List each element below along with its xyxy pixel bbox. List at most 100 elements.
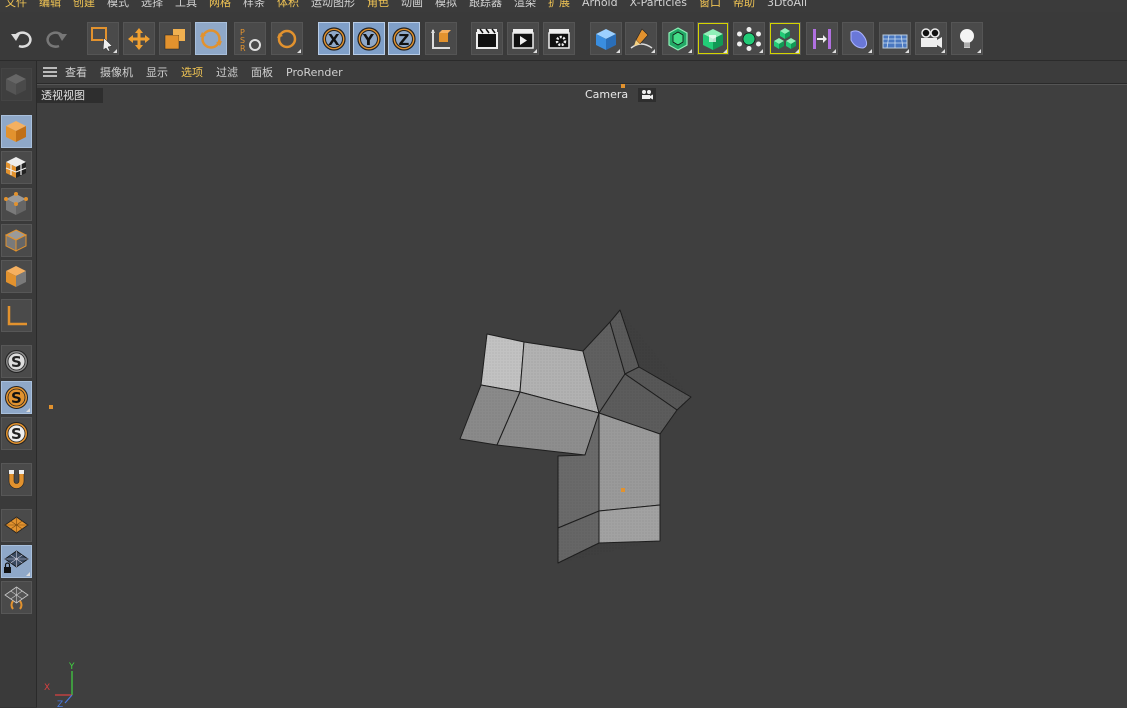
menu-bar: 文件 编辑 创建 模式 选择 工具 网格 样条 体积 运动图形 角色 动画 模拟… — [0, 0, 1127, 12]
menu-simulate[interactable]: 模拟 — [435, 0, 457, 11]
left-toolbar: S S S — [0, 61, 37, 707]
svg-text:X: X — [44, 683, 50, 693]
move-button[interactable] — [123, 22, 155, 55]
undo-button[interactable] — [6, 22, 38, 55]
model-mode-button[interactable] — [1, 115, 32, 148]
deformer-twist-button[interactable] — [842, 22, 874, 55]
extrude-generator-icon — [703, 28, 723, 50]
perspective-viewport[interactable]: 透视视图 Camera Y X Z — [37, 84, 1127, 708]
menu-spline[interactable]: 样条 — [243, 0, 265, 11]
menu-character[interactable]: 角色 — [367, 0, 389, 11]
camera-button[interactable] — [915, 22, 947, 55]
edge-mode-button[interactable] — [1, 224, 32, 257]
magnet-button[interactable] — [1, 463, 32, 496]
menu-file[interactable]: 文件 — [5, 0, 27, 11]
viewport-menu-cameras[interactable]: 摄像机 — [100, 64, 133, 80]
psr-button[interactable]: PSR — [234, 22, 266, 55]
menu-3dtoall[interactable]: 3DtoAll — [767, 0, 807, 11]
live-selection-button[interactable] — [87, 22, 119, 55]
menu-select[interactable]: 选择 — [141, 0, 163, 11]
menu-mograph[interactable]: 运动图形 — [311, 0, 355, 11]
move-icon — [128, 27, 150, 50]
snap-off-icon: S — [5, 350, 28, 373]
deformer-bend-button[interactable] — [806, 22, 838, 55]
render-settings-icon — [548, 28, 570, 49]
snap-settings-button[interactable]: S — [1, 417, 32, 450]
subdivision-surface-button[interactable] — [662, 22, 694, 55]
camera-label-text: Camera — [585, 88, 629, 101]
z-axis-button[interactable]: Z — [388, 22, 420, 55]
menu-window[interactable]: 窗口 — [699, 0, 721, 11]
hamburger-menu-icon[interactable] — [43, 67, 57, 77]
snap-settings-icon: S — [5, 422, 28, 445]
subdivision-surface-icon — [668, 26, 688, 51]
make-editable-button[interactable] — [1, 68, 32, 101]
render-settings-button[interactable] — [543, 22, 575, 55]
pen-spline-icon — [630, 28, 653, 49]
menu-create[interactable]: 创建 — [73, 0, 95, 11]
viewport-camera-icon[interactable] — [638, 88, 657, 102]
mesh-object[interactable] — [450, 301, 750, 581]
cloner-button[interactable] — [733, 22, 765, 55]
polygon-mode-icon — [6, 266, 26, 287]
menu-tools[interactable]: 工具 — [175, 0, 197, 11]
recent-tool-button[interactable] — [271, 22, 303, 55]
light-button[interactable] — [951, 22, 983, 55]
menu-arnold[interactable]: Arnold — [582, 0, 618, 11]
point-mode-button[interactable] — [1, 188, 32, 221]
svg-text:X: X — [328, 31, 340, 49]
menu-animation[interactable]: 动画 — [401, 0, 423, 11]
redo-button[interactable] — [40, 22, 72, 55]
undo-icon — [11, 30, 32, 48]
coordinate-system-button[interactable] — [425, 22, 457, 55]
pen-spline-button[interactable] — [625, 22, 657, 55]
scale-button[interactable] — [159, 22, 191, 55]
viewport-menu-options[interactable]: 选项 — [181, 64, 203, 80]
cloner-icon — [737, 26, 761, 51]
svg-text:Y: Y — [362, 31, 375, 49]
texture-mode-button[interactable] — [1, 151, 32, 184]
solo-icon — [4, 586, 29, 610]
viewport-menu-filter[interactable]: 过滤 — [216, 64, 238, 80]
menu-mode[interactable]: 模式 — [107, 0, 129, 11]
redo-icon — [46, 30, 67, 48]
solo-button[interactable] — [1, 581, 32, 614]
polygon-mode-button[interactable] — [1, 260, 32, 293]
extrude-generator-button[interactable] — [697, 22, 729, 55]
menu-help[interactable]: 帮助 — [733, 0, 755, 11]
render-view-button[interactable] — [471, 22, 503, 55]
model-mode-icon — [6, 121, 26, 142]
mograph-cloner-icon — [774, 27, 796, 49]
x-axis-button[interactable]: X — [318, 22, 350, 55]
menu-extensions[interactable]: 扩展 — [548, 0, 570, 11]
menu-render[interactable]: 渲染 — [514, 0, 536, 11]
workplane-icon — [4, 516, 29, 534]
y-axis-button[interactable]: Y — [353, 22, 385, 55]
menu-tracker[interactable]: 跟踪器 — [469, 0, 502, 11]
locked-workplane-button[interactable] — [1, 545, 32, 578]
snap-on-button[interactable]: S — [1, 381, 32, 414]
y-axis-icon: Y — [357, 26, 381, 51]
point-mode-icon — [4, 192, 28, 215]
main-toolbar: PSR X Y Z — [0, 12, 1127, 61]
workplane-button[interactable] — [1, 509, 32, 542]
camera-label[interactable]: Camera — [583, 87, 662, 103]
object-pivot-marker[interactable] — [621, 488, 625, 492]
menu-volume[interactable]: 体积 — [277, 0, 299, 11]
floor-button[interactable] — [879, 22, 911, 55]
cube-primitive-button[interactable] — [590, 22, 622, 55]
axis-mode-button[interactable] — [1, 299, 32, 332]
viewport-menu-view[interactable]: 查看 — [65, 64, 87, 80]
snap-off-button[interactable]: S — [1, 345, 32, 378]
viewport-menu-panel[interactable]: 面板 — [251, 64, 273, 80]
viewport-menu-prorender[interactable]: ProRender — [286, 66, 343, 79]
z-axis-icon: Z — [392, 26, 416, 51]
menu-x-particles[interactable]: X-Particles — [630, 0, 687, 11]
viewport-menu-display[interactable]: 显示 — [146, 64, 168, 80]
menu-mesh[interactable]: 网格 — [209, 0, 231, 11]
render-to-picture-viewer-button[interactable] — [507, 22, 539, 55]
menu-edit[interactable]: 编辑 — [39, 0, 61, 11]
make-editable-icon — [6, 74, 26, 95]
mograph-cloner-button[interactable] — [769, 22, 801, 55]
rotate-button[interactable] — [195, 22, 227, 55]
